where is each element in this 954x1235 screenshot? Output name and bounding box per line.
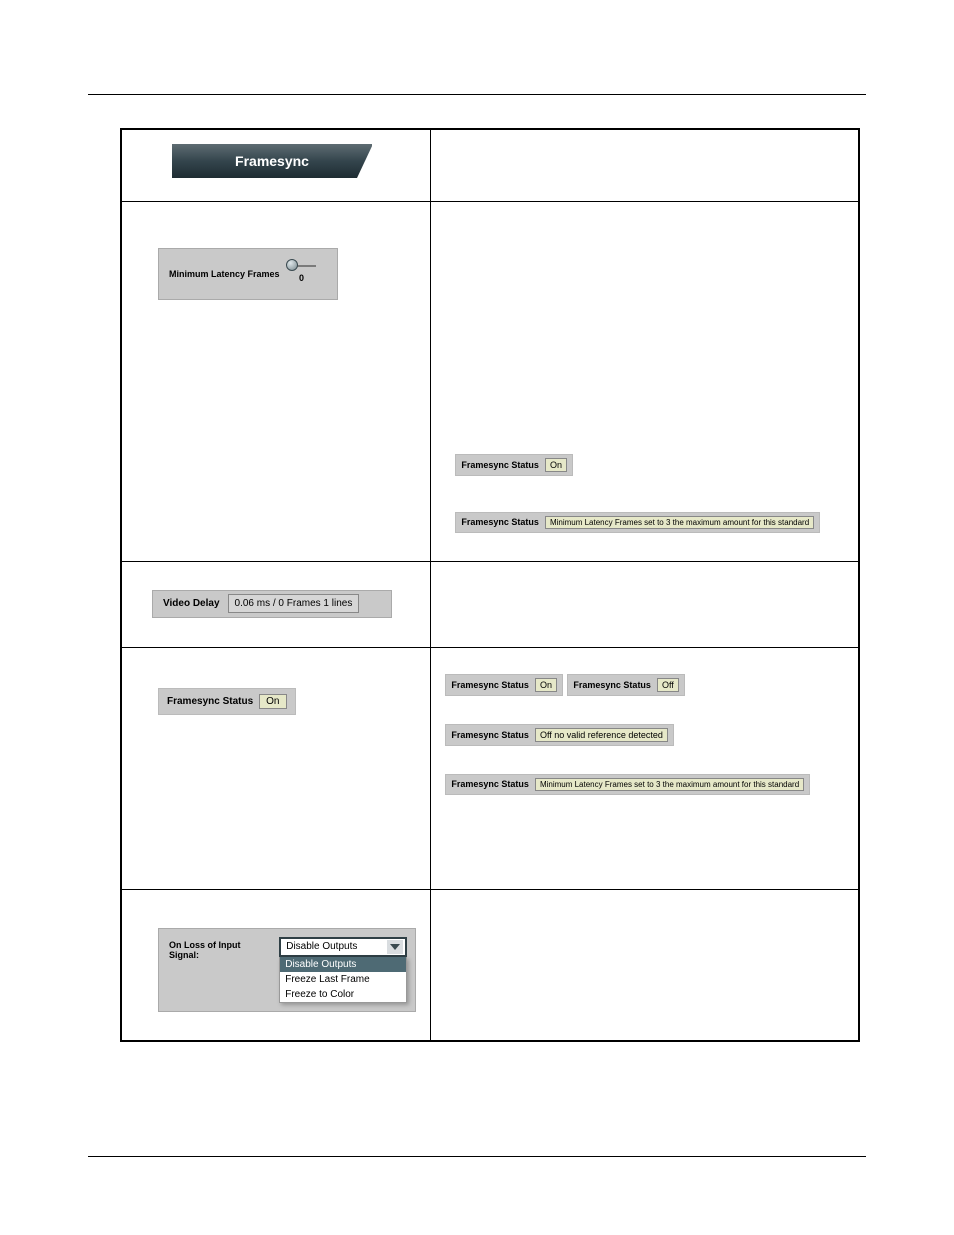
framesync-status-row: Framesync Status On [158, 688, 296, 715]
on-loss-option[interactable]: Freeze to Color [280, 987, 406, 1002]
framesync-status-row: Framesync Status Off [567, 674, 684, 696]
min-latency-panel: Minimum Latency Frames 0 [158, 248, 338, 300]
framesync-status-label: Framesync Status [451, 730, 529, 740]
on-loss-select[interactable]: Disable Outputs Disable Outputs Freeze L… [279, 937, 407, 1003]
framesync-tab-label: Framesync [235, 153, 309, 169]
framesync-status-row: Framesync Status On [455, 454, 573, 476]
framesync-status-value: Minimum Latency Frames set to 3 the maxi… [535, 778, 804, 791]
chevron-down-icon [387, 940, 403, 954]
video-delay-value: 0.06 ms / 0 Frames 1 lines [228, 594, 360, 613]
framesync-status-value: Off [657, 678, 679, 692]
on-loss-option[interactable]: Disable Outputs [280, 957, 406, 972]
top-rule [88, 94, 866, 95]
framesync-status-label: Framesync Status [451, 680, 529, 690]
framesync-status-row: Framesync Status Off no valid reference … [445, 724, 673, 746]
framesync-status-row: Framesync Status On [445, 674, 563, 696]
min-latency-slider[interactable]: 0 [288, 265, 316, 283]
on-loss-label: On Loss of Input Signal: [169, 940, 271, 960]
bottom-rule [88, 1156, 866, 1157]
framesync-status-label: Framesync Status [451, 779, 529, 789]
on-loss-selected: Disable Outputs [286, 941, 357, 952]
framesync-status-label: Framesync Status [461, 460, 539, 470]
settings-table: Framesync Minimum Latency Frames 0 Frame… [120, 128, 860, 1042]
slider-knob[interactable] [286, 259, 298, 271]
framesync-status-value: On [545, 458, 567, 472]
min-latency-value: 0 [288, 273, 316, 283]
framesync-tab[interactable]: Framesync [172, 144, 372, 178]
framesync-status-value: On [535, 678, 557, 692]
on-loss-select-display[interactable]: Disable Outputs [279, 937, 407, 957]
on-loss-options: Disable Outputs Freeze Last Frame Freeze… [279, 957, 407, 1003]
framesync-status-value: On [259, 694, 286, 709]
framesync-status-label: Framesync Status [461, 517, 539, 527]
framesync-status-row: Framesync Status Minimum Latency Frames … [455, 512, 820, 533]
framesync-status-value: Off no valid reference detected [535, 728, 668, 742]
min-latency-label: Minimum Latency Frames [169, 269, 280, 279]
framesync-status-label: Framesync Status [167, 696, 253, 707]
on-loss-option[interactable]: Freeze Last Frame [280, 972, 406, 987]
framesync-status-label: Framesync Status [573, 680, 651, 690]
framesync-status-row: Framesync Status Minimum Latency Frames … [445, 774, 810, 795]
video-delay-label: Video Delay [163, 598, 220, 609]
video-delay-panel: Video Delay 0.06 ms / 0 Frames 1 lines [152, 590, 392, 618]
framesync-status-value: Minimum Latency Frames set to 3 the maxi… [545, 516, 814, 529]
on-loss-panel: On Loss of Input Signal: Disable Outputs… [158, 928, 416, 1012]
